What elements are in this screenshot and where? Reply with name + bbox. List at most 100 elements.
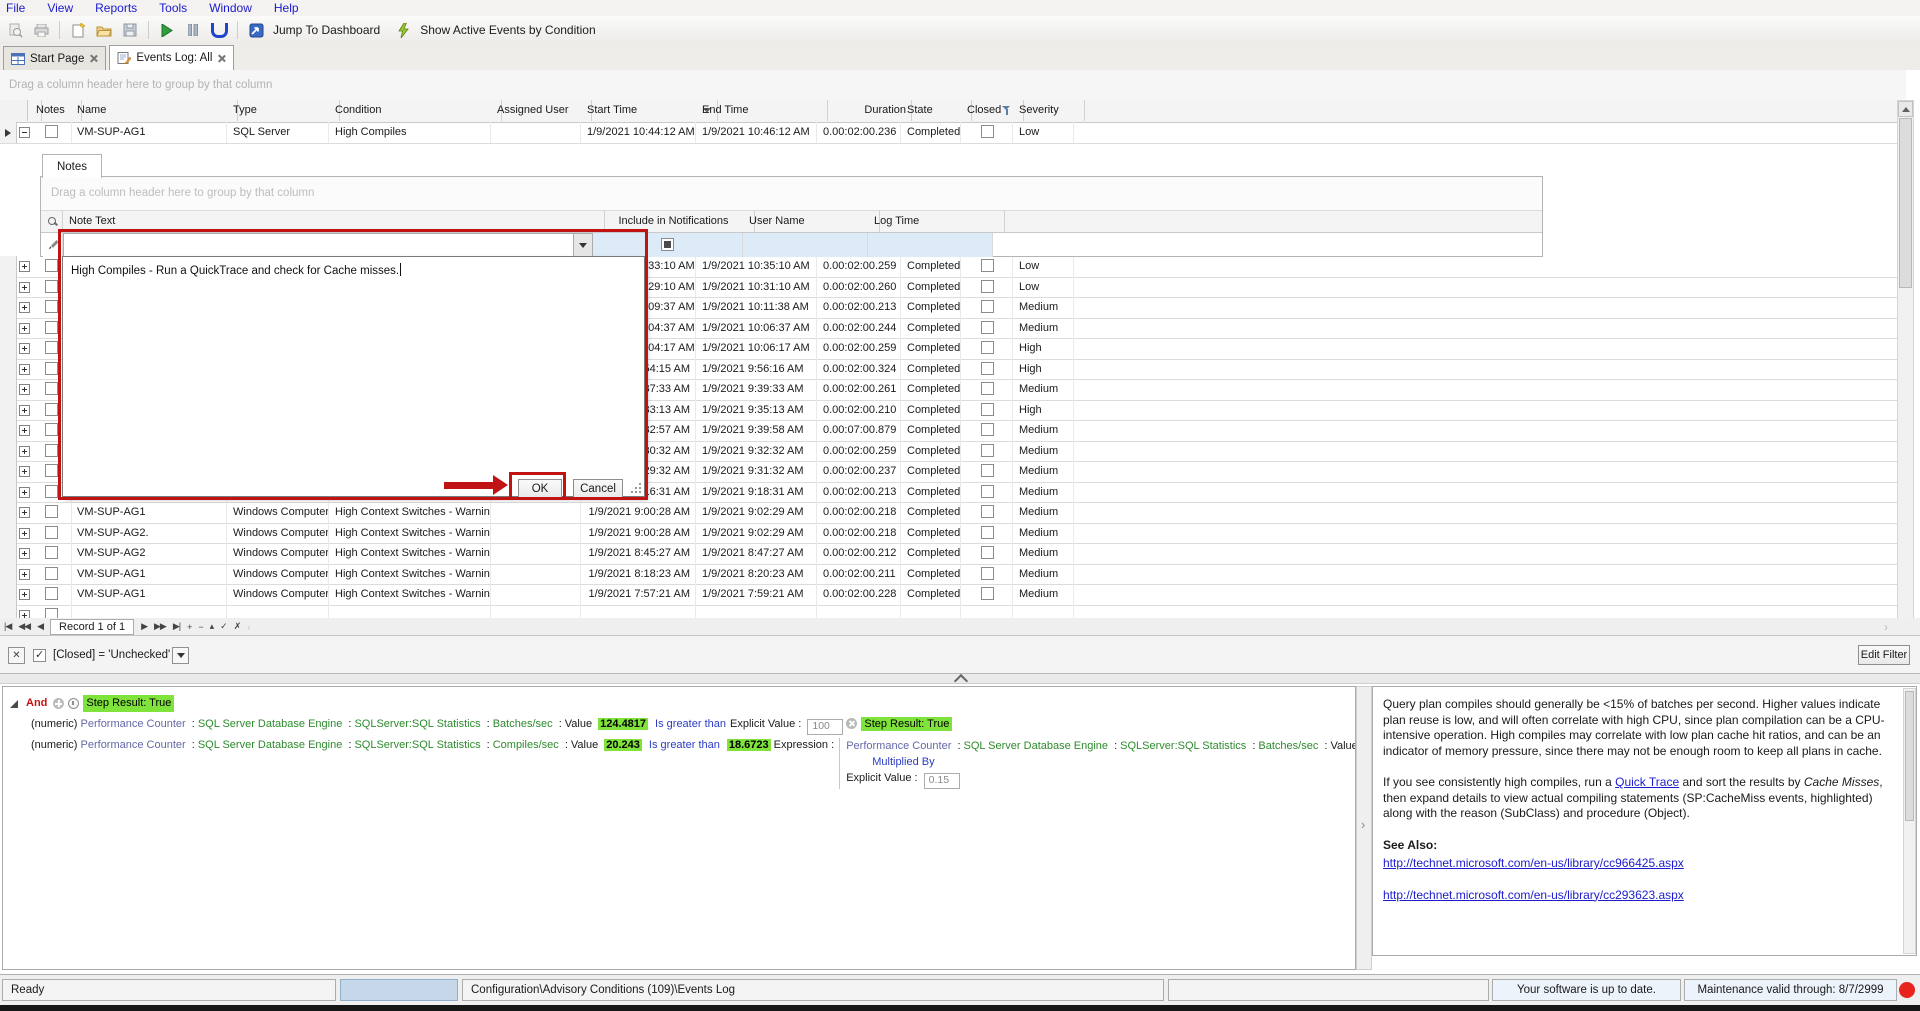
closed-checkbox[interactable] (981, 546, 994, 559)
menu-item-view[interactable]: View (47, 1, 73, 15)
show-active-events-button[interactable] (392, 19, 414, 41)
expand-row-icon[interactable] (19, 466, 30, 477)
advisory-scrollbar[interactable] (1903, 688, 1916, 954)
expand-row-icon[interactable] (19, 282, 30, 293)
notes-checkbox[interactable] (45, 403, 58, 416)
notes-checkbox[interactable] (45, 526, 58, 539)
scrollbar-thumb[interactable] (1905, 691, 1914, 821)
notes-checkbox[interactable] (45, 300, 58, 313)
tab-events-log-all[interactable]: Events Log: All (109, 45, 234, 71)
closed-checkbox[interactable] (981, 280, 994, 293)
start-button[interactable] (156, 19, 178, 41)
nav-edit-button[interactable]: ▴ (210, 621, 214, 632)
jump-to-dashboard-button[interactable] (245, 19, 267, 41)
notes-checkbox[interactable] (45, 485, 58, 498)
nav-delete-button[interactable]: − (198, 622, 202, 632)
expand-row-icon[interactable] (19, 589, 30, 600)
add-condition-icon[interactable] (53, 698, 64, 709)
note-editor-text[interactable]: High Compiles - Run a QuickTrace and che… (71, 263, 401, 277)
expand-row-icon[interactable] (19, 528, 30, 539)
table-row[interactable] (0, 605, 1897, 619)
note-text-combo[interactable] (63, 233, 593, 257)
column-header-name[interactable]: Name (72, 100, 238, 121)
notes-checkbox[interactable] (45, 444, 58, 457)
new-button[interactable] (67, 19, 89, 41)
advisory-link[interactable]: http://technet.microsoft.com/en-us/libra… (1383, 856, 1684, 870)
expand-row-icon[interactable] (19, 302, 30, 313)
notes-checkbox[interactable] (45, 382, 58, 395)
expand-row-icon[interactable] (19, 364, 30, 375)
notes-detail-tab[interactable]: Notes (42, 154, 102, 178)
filter-close-button[interactable]: ✕ (8, 647, 25, 664)
notes-checkbox[interactable] (45, 259, 58, 272)
nav-prev-page-button[interactable]: ◀◀ (18, 621, 30, 632)
closed-checkbox[interactable] (981, 505, 994, 518)
advisory-link[interactable]: http://technet.microsoft.com/en-us/libra… (1383, 888, 1684, 902)
expand-row-icon[interactable] (19, 261, 30, 272)
filter-dropdown-button[interactable] (172, 647, 189, 664)
notes-column-header-user-name[interactable]: User Name (743, 211, 880, 232)
expand-row-icon[interactable] (19, 610, 30, 619)
column-header-condition[interactable]: Condition (330, 100, 502, 121)
notes-checkbox[interactable] (45, 280, 58, 293)
expand-row-icon[interactable] (19, 569, 30, 580)
nav-append-button[interactable]: + (187, 622, 191, 632)
column-header-type[interactable]: Type (228, 100, 340, 121)
expand-row-icon[interactable] (19, 323, 30, 334)
pause-button[interactable] (182, 19, 204, 41)
menu-item-file[interactable]: File (6, 1, 25, 15)
closed-checkbox[interactable] (981, 526, 994, 539)
expand-row-icon[interactable] (19, 507, 30, 518)
closed-checkbox[interactable] (981, 382, 994, 395)
show-active-events-label[interactable]: Show Active Events by Condition (420, 23, 595, 37)
notes-checkbox[interactable] (45, 608, 58, 619)
notes-checkbox[interactable] (45, 125, 58, 138)
notes-checkbox[interactable] (45, 362, 58, 375)
events-vertical-scrollbar[interactable] (1897, 100, 1914, 618)
print-button[interactable] (30, 19, 52, 41)
filter-expression[interactable]: [Closed] = 'Unchecked' (53, 649, 170, 661)
nav-endedit-button[interactable]: ✓ (220, 621, 227, 632)
notes-checkbox[interactable] (45, 341, 58, 354)
scroll-up-button[interactable] (1898, 101, 1913, 117)
notes-column-header-log-time[interactable]: Log Time (868, 211, 1005, 232)
menu-item-help[interactable]: Help (274, 1, 299, 15)
table-row[interactable]: VM-SUP-AG1Windows ComputerHigh Context S… (0, 584, 1897, 606)
edit-filter-button[interactable]: Edit Filter (1858, 645, 1910, 665)
closed-checkbox[interactable] (981, 341, 994, 354)
menu-item-tools[interactable]: Tools (159, 1, 187, 15)
ok-button[interactable]: OK (518, 479, 562, 499)
note-editor-popup[interactable]: High Compiles - Run a QuickTrace and che… (62, 256, 645, 497)
status-maintenance[interactable]: Maintenance valid through: 8/7/2999 (1684, 979, 1897, 1001)
close-icon[interactable] (217, 54, 226, 63)
filter-enabled-checkbox[interactable] (33, 649, 46, 662)
advisory-link[interactable]: Quick Trace (1615, 775, 1679, 789)
table-row[interactable]: VM-SUP-AG1Windows ComputerHigh Context S… (0, 502, 1897, 524)
closed-checkbox[interactable] (981, 403, 994, 416)
menu-item-reports[interactable]: Reports (95, 1, 137, 15)
scrollbar-thumb[interactable] (1899, 118, 1912, 288)
reset-button[interactable] (208, 19, 230, 41)
notes-checkbox[interactable] (45, 546, 58, 559)
horizontal-splitter[interactable] (0, 674, 1920, 684)
expand-row-icon[interactable] (19, 384, 30, 395)
column-header-assigned-user[interactable]: Assigned User (492, 100, 592, 121)
closed-checkbox[interactable] (981, 423, 994, 436)
include-in-notifications-cell[interactable] (593, 233, 743, 257)
nav-next-button[interactable]: ▶ (141, 621, 147, 632)
closed-checkbox[interactable] (981, 464, 994, 477)
row-filter-header[interactable] (43, 211, 63, 232)
expand-row-icon[interactable] (19, 405, 30, 416)
notes-column-header-note-text[interactable]: Note Text (63, 211, 605, 232)
closed-checkbox[interactable] (981, 567, 994, 580)
group-by-bar[interactable]: Drag a column header here to group by th… (0, 70, 1906, 101)
status-update[interactable]: Your software is up to date. (1492, 979, 1681, 1001)
notes-checkbox[interactable] (45, 505, 58, 518)
collapse-right-icon[interactable]: › (1361, 817, 1365, 832)
closed-checkbox[interactable] (981, 125, 994, 138)
closed-checkbox[interactable] (981, 485, 994, 498)
notes-checkbox[interactable] (45, 423, 58, 436)
expand-node-icon[interactable] (10, 700, 18, 708)
closed-checkbox[interactable] (981, 259, 994, 272)
closed-checkbox[interactable] (981, 300, 994, 313)
